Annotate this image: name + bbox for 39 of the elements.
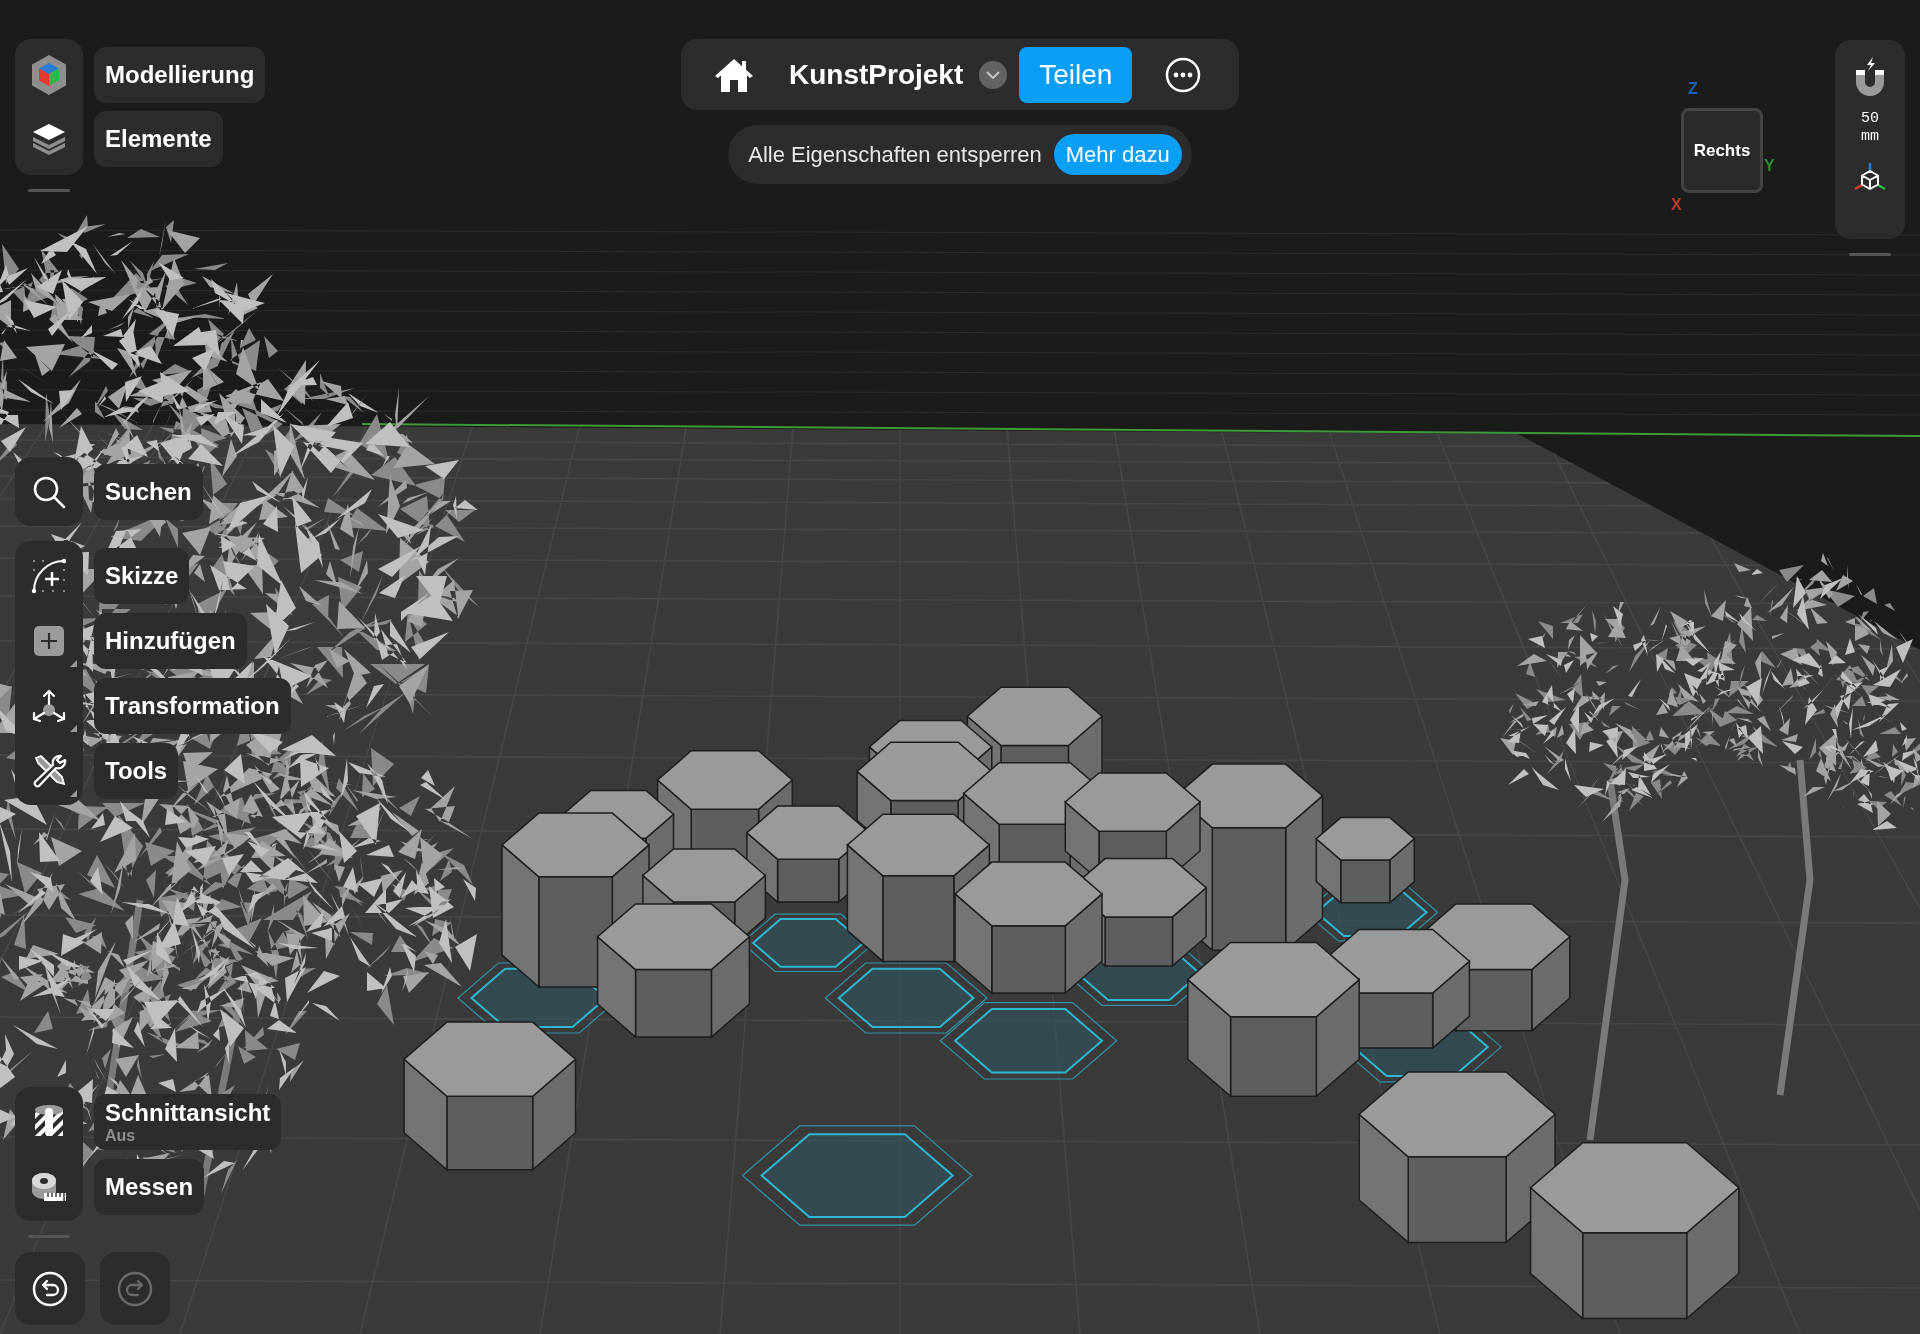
more-icon bbox=[1165, 56, 1202, 93]
arc-plus-icon bbox=[31, 557, 67, 594]
more-button[interactable] bbox=[1164, 55, 1203, 94]
axis-label: Z bbox=[1688, 79, 1698, 99]
grid-size-value[interactable]: 50 bbox=[1861, 110, 1879, 128]
tool-label[interactable]: Hinzufügen bbox=[94, 612, 247, 669]
search-button[interactable] bbox=[15, 457, 83, 526]
plus-icon bbox=[33, 624, 65, 657]
axis-label: Y bbox=[1764, 156, 1775, 176]
corner-indicator-icon bbox=[70, 725, 77, 732]
promo-text: Alle Eigenschaften entsperren bbox=[748, 141, 1042, 169]
dropdown-button[interactable] bbox=[979, 60, 1008, 89]
arrows-icon bbox=[31, 687, 67, 724]
grid-size-unit[interactable]: mm bbox=[1861, 128, 1879, 146]
tool-label[interactable]: Suchen bbox=[94, 463, 203, 520]
tool-label[interactable]: Elemente bbox=[94, 111, 223, 167]
layers-icon bbox=[31, 121, 67, 157]
search-icon bbox=[32, 474, 66, 509]
chevron-down-icon bbox=[986, 70, 1001, 79]
undo-button[interactable] bbox=[15, 1252, 85, 1325]
undo-icon bbox=[32, 1270, 68, 1307]
tool-label[interactable]: Skizze bbox=[94, 547, 190, 604]
cube-face-label: Rechts bbox=[1693, 139, 1751, 162]
tape-measure-icon bbox=[30, 1170, 68, 1203]
tool-label[interactable]: Schnittansicht Aus bbox=[94, 1093, 282, 1150]
view-cube[interactable]: Rechts bbox=[1681, 108, 1763, 193]
redo-icon bbox=[117, 1270, 153, 1307]
tool-label[interactable]: Transformation bbox=[94, 677, 291, 734]
corner-indicator-icon bbox=[70, 790, 77, 797]
axis-label: X bbox=[1671, 195, 1682, 215]
tool-label[interactable]: Messen bbox=[94, 1158, 205, 1215]
tool-label[interactable]: Modellierung bbox=[94, 47, 266, 103]
cube-icon bbox=[29, 53, 69, 97]
corner-indicator-icon bbox=[70, 660, 77, 667]
tool-label[interactable]: Tools bbox=[94, 742, 179, 799]
status-text: Aus bbox=[105, 1126, 137, 1145]
tool-label-text: Schnittansicht bbox=[105, 1098, 271, 1127]
wrench-screwdriver-icon bbox=[31, 752, 67, 789]
project-name: KunstProjekt bbox=[789, 57, 964, 92]
